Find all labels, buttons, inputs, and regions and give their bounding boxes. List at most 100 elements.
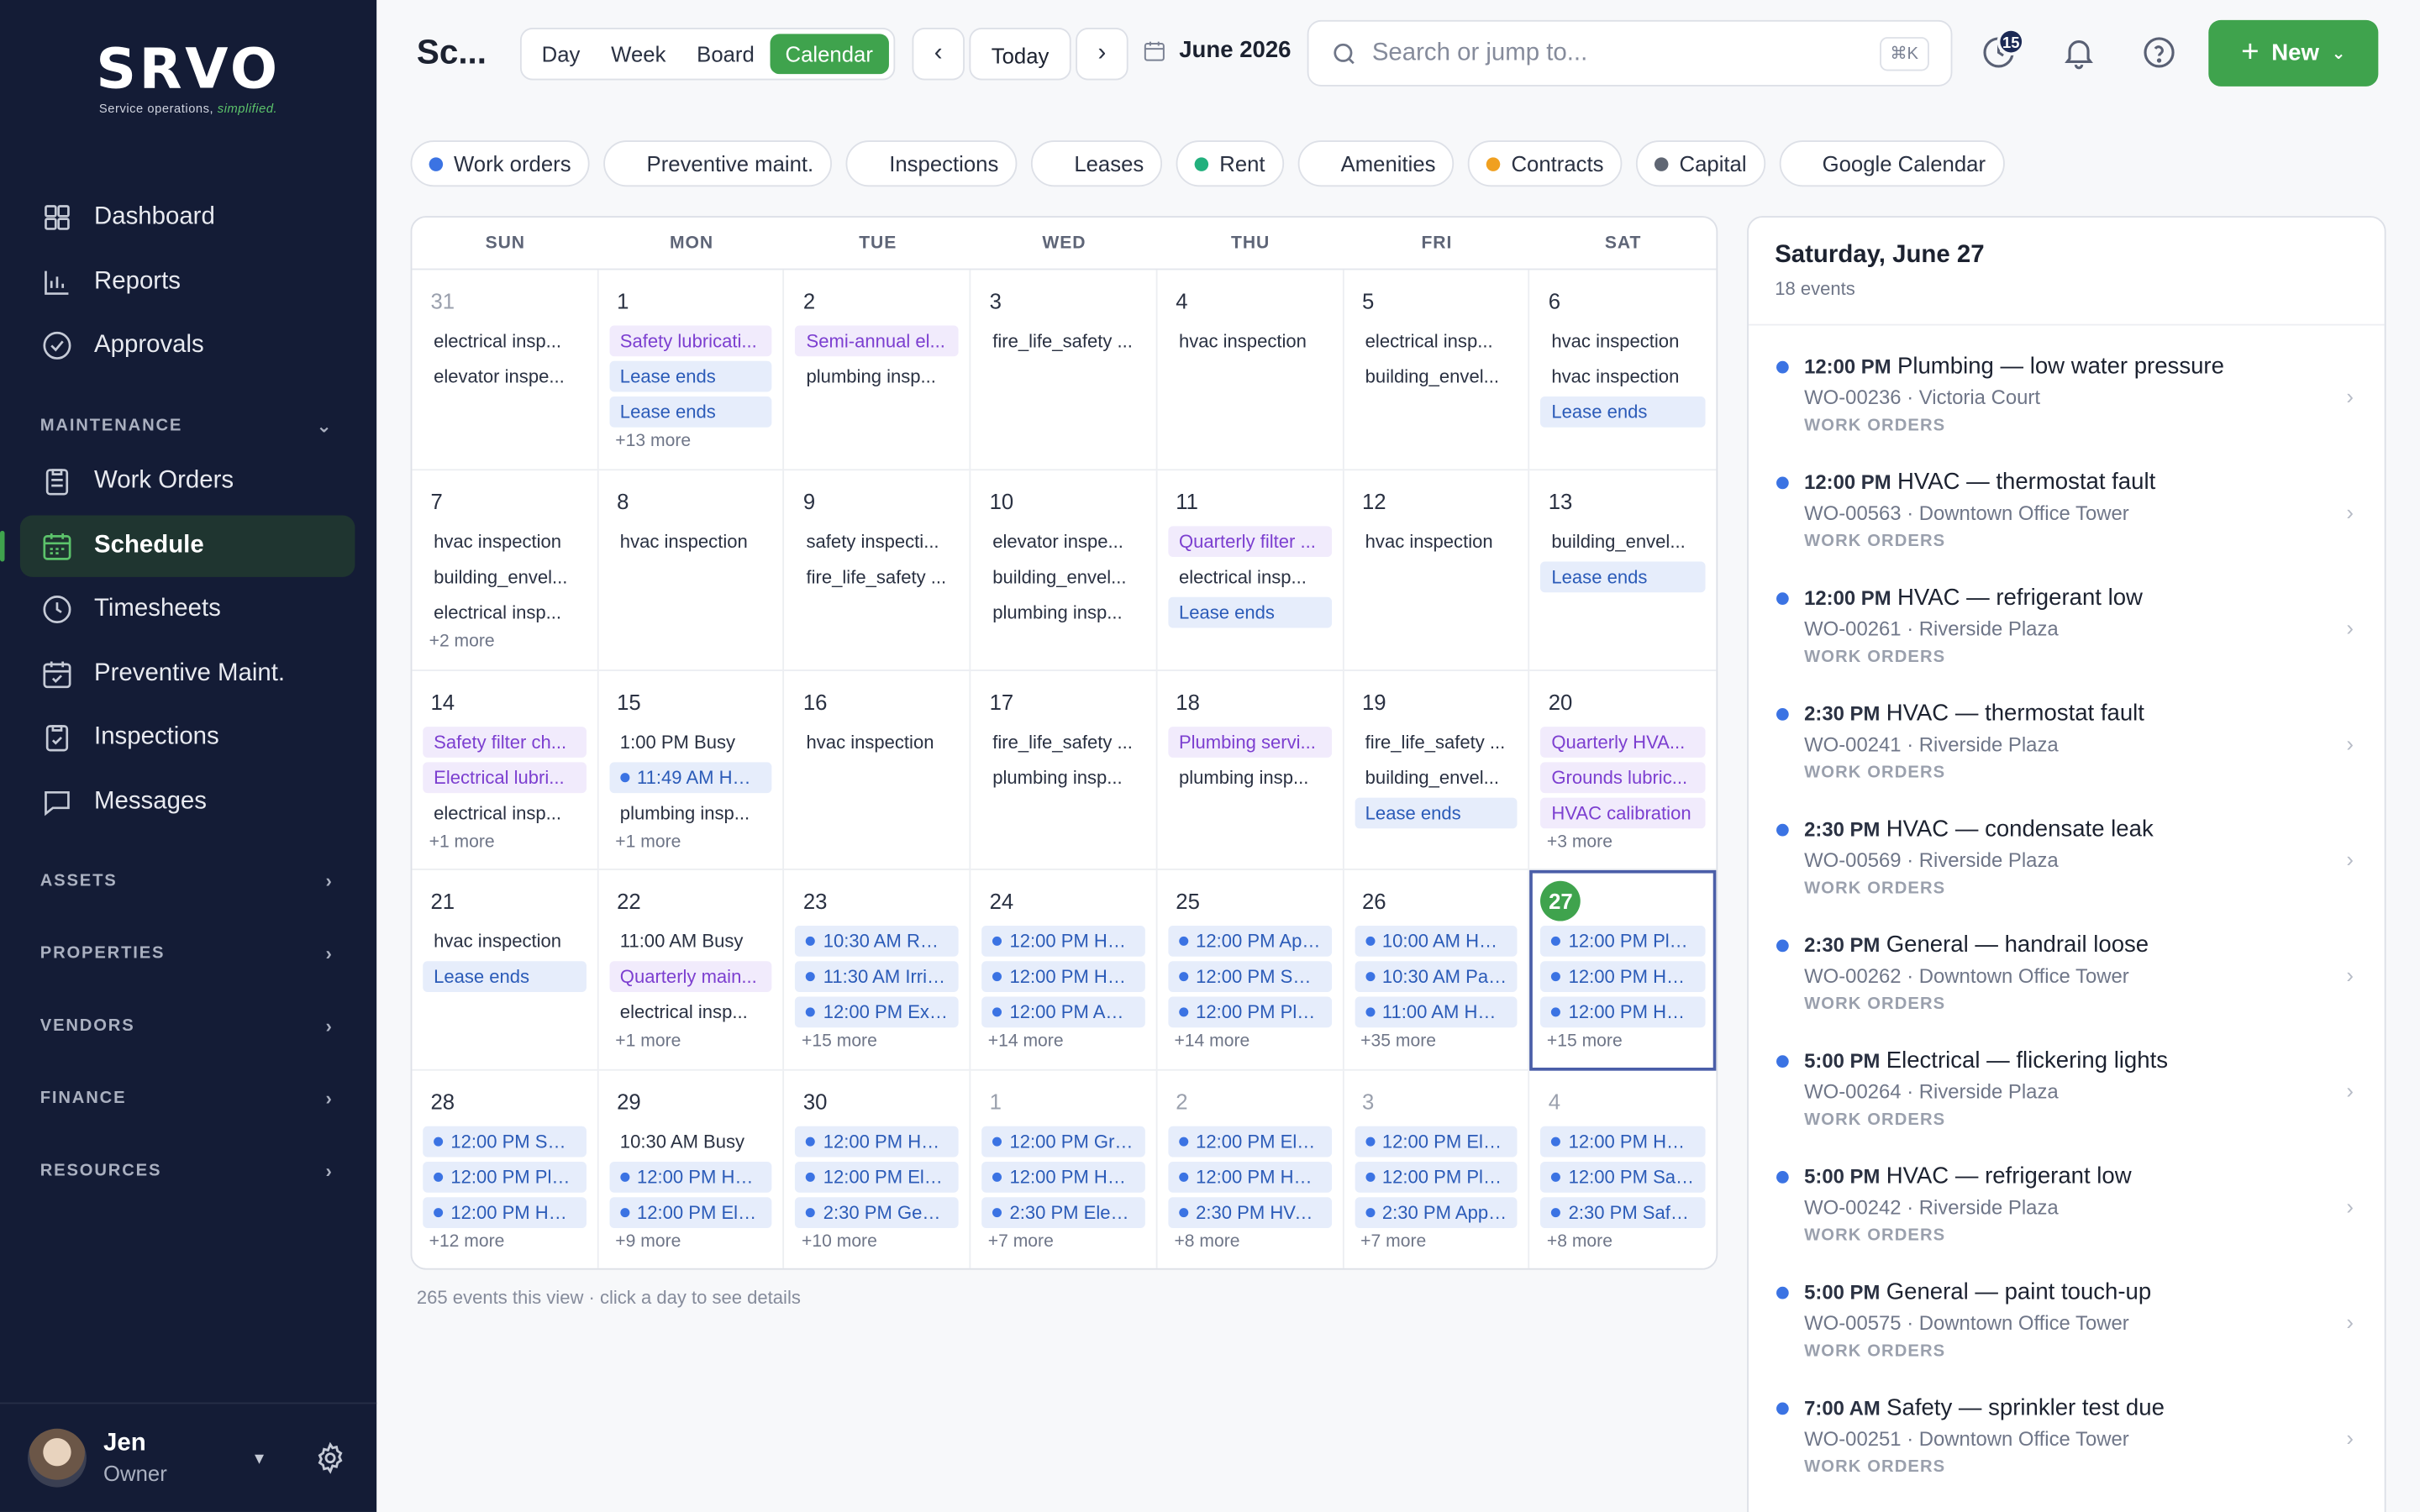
filter-chip-amenities[interactable]: Amenities (1297, 140, 1455, 187)
calendar-day-cell[interactable]: 28 12:00 PM Safe... 12:00 PM Plum... 12:00 … (412, 1071, 599, 1268)
calendar-day-cell[interactable]: 12 hvac inspection (1343, 470, 1530, 671)
chevron-down-icon[interactable]: ▾ (255, 1447, 264, 1469)
calendar-event[interactable]: building_envel... (1355, 762, 1518, 793)
more-events-link[interactable]: +8 more (1168, 1233, 1331, 1252)
more-events-link[interactable]: +35 more (1355, 1032, 1518, 1051)
calendar-event[interactable]: plumbing insp... (609, 797, 772, 828)
calendar-event[interactable]: 2:30 PM HVAC... (1168, 1197, 1332, 1229)
calendar-event[interactable]: 12:00 PM Appli... (1168, 926, 1332, 958)
filter-chip-contracts[interactable]: Contracts (1468, 140, 1623, 187)
calendar-event[interactable]: building_envel... (981, 561, 1144, 592)
calendar-event[interactable]: electrical insp... (423, 326, 586, 357)
calendar-day-cell[interactable]: 8 hvac inspection (598, 470, 785, 671)
calendar-event[interactable]: 12:00 PM HVA... (981, 1162, 1145, 1194)
calendar-day-cell[interactable]: 14 Safety filter ch... Electrical lubri...… (412, 670, 599, 871)
calendar-event[interactable]: electrical insp... (609, 997, 772, 1028)
calendar-day-cell[interactable]: 18 Plumbing servi... plumbing insp... (1157, 670, 1344, 871)
calendar-event[interactable]: 12:00 PM Elect... (795, 1162, 959, 1194)
gear-icon[interactable] (313, 1441, 347, 1474)
calendar-event[interactable]: hvac inspection (609, 526, 772, 557)
calendar-event[interactable]: 2:30 PM Gene... (795, 1197, 959, 1229)
view-day-button[interactable]: Day (526, 34, 595, 74)
next-month-button[interactable]: › (1076, 28, 1128, 81)
calendar-event[interactable]: plumbing insp... (981, 762, 1144, 793)
calendar-event[interactable]: 12:00 PM HVA... (1168, 1162, 1332, 1194)
calendar-event[interactable]: Quarterly filter ... (1168, 525, 1332, 557)
calendar-day-cell[interactable]: 19 fire_life_safety ... building_envel... L… (1343, 670, 1530, 871)
more-events-link[interactable]: +2 more (423, 633, 586, 651)
calendar-day-cell[interactable]: 6 hvac inspection hvac inspection Lease end… (1529, 270, 1717, 470)
panel-event-item[interactable]: 2:30 PM General — handrail loose WO-00262 … (1749, 932, 2385, 1047)
calendar-event[interactable]: electrical insp... (1355, 326, 1518, 357)
calendar-event[interactable]: electrical insp... (1168, 561, 1331, 592)
calendar-event[interactable]: Safety filter ch... (423, 726, 587, 758)
panel-event-item[interactable]: 7:00 AM Safety — sprinkler test due WO-002… (1749, 1394, 2385, 1510)
calendar-event[interactable]: building_envel... (1355, 361, 1518, 392)
more-events-link[interactable]: +1 more (609, 832, 772, 851)
today-button[interactable]: Today (969, 28, 1071, 81)
calendar-event[interactable]: Quarterly main... (608, 961, 773, 993)
more-events-link[interactable]: +1 more (609, 1032, 772, 1051)
calendar-event[interactable]: Lease ends (1354, 796, 1518, 828)
logo[interactable]: SRVO Service operations, simplified. (0, 43, 376, 116)
more-events-link[interactable]: +13 more (609, 432, 772, 450)
calendar-day-cell[interactable]: 5 electrical insp... building_envel... (1343, 270, 1530, 470)
calendar-day-cell[interactable]: 26 10:00 AM HVA... 10:30 AM Parki... 11:00 … (1343, 870, 1530, 1072)
calendar-event[interactable]: safety inspecti... (796, 526, 959, 557)
calendar-event[interactable]: plumbing insp... (1168, 762, 1331, 793)
sidebar-item-approvals[interactable]: Approvals (20, 315, 355, 376)
calendar-event[interactable]: elevator inspe... (981, 526, 1144, 557)
view-board-button[interactable]: Board (681, 34, 770, 74)
calendar-event[interactable]: 2:30 PM Safet... (1540, 1197, 1706, 1229)
calendar-event[interactable]: 12:00 PM Safe... (1168, 961, 1332, 993)
more-events-link[interactable]: +15 more (1541, 1032, 1706, 1051)
calendar-day-cell[interactable]: 10 elevator inspe... building_envel... plum… (971, 470, 1158, 671)
calendar-event[interactable]: fire_life_safety ... (796, 561, 959, 592)
sidebar-item-timesheets[interactable]: Timesheets (20, 579, 355, 640)
calendar-event[interactable]: building_envel... (1541, 526, 1706, 557)
calendar-event[interactable]: 11:00 AM Busy (609, 927, 772, 958)
prev-month-button[interactable]: ‹ (912, 28, 965, 81)
panel-event-item[interactable]: 12:00 PM HVAC — thermostat fault WO-00563 … (1749, 469, 2385, 585)
calendar-day-cell[interactable]: 16 hvac inspection (784, 670, 971, 871)
calendar-day-cell[interactable]: 27 12:00 PM Plum... 12:00 PM HVA... 12:00 P… (1529, 870, 1717, 1072)
calendar-event[interactable]: Electrical lubri... (423, 761, 587, 793)
calendar-event[interactable]: fire_life_safety ... (1355, 726, 1518, 757)
calendar-day-cell[interactable]: 21 hvac inspection Lease ends (412, 870, 599, 1072)
filter-chip-inspections[interactable]: Inspections (845, 140, 1018, 187)
calendar-day-cell[interactable]: 17 fire_life_safety ... plumbing insp... (971, 670, 1158, 871)
calendar-event[interactable]: Lease ends (1540, 396, 1706, 428)
calendar-event[interactable]: Quarterly HVA... (1540, 726, 1706, 758)
calendar-event[interactable]: 12:00 PM Elect... (1354, 1126, 1518, 1158)
calendar-event[interactable]: 12:00 PM Plum... (1168, 997, 1332, 1028)
panel-event-item[interactable]: 5:00 PM HVAC — refrigerant low WO-00242 · … (1749, 1163, 2385, 1279)
filter-chip-preventive-maint[interactable]: Preventive maint. (603, 140, 833, 187)
calendar-event[interactable]: Grounds lubric... (1540, 761, 1706, 793)
calendar-event[interactable]: plumbing insp... (796, 361, 959, 392)
more-events-link[interactable]: +7 more (1355, 1233, 1518, 1252)
calendar-event[interactable]: Lease ends (1540, 561, 1706, 592)
view-week-button[interactable]: Week (596, 34, 681, 74)
calendar-day-cell[interactable]: 31 electrical insp... elevator inspe... (412, 270, 599, 470)
sidebar-item-preventive-maint[interactable]: Preventive Maint. (20, 643, 355, 704)
view-calendar-button[interactable]: Calendar (770, 34, 889, 75)
sidebar-item-dashboard[interactable]: Dashboard (20, 186, 355, 248)
search-input[interactable] (1371, 39, 1866, 67)
calendar-event[interactable]: hvac inspection (796, 726, 959, 757)
calendar-event[interactable]: 12:00 PM HVA... (608, 1162, 773, 1194)
calendar-day-cell[interactable]: 15 1:00 PM Busy 11:49 AM HVA... plumbing in… (598, 670, 785, 871)
calendar-event[interactable]: fire_life_safety ... (981, 726, 1144, 757)
notifications-button[interactable] (2060, 34, 2097, 71)
calendar-event[interactable]: 12:00 PM HVA... (1540, 997, 1706, 1028)
section-finance[interactable]: FINANCE › (40, 1088, 334, 1110)
calendar-event[interactable]: 12:00 PM Plum... (1354, 1162, 1518, 1194)
more-events-link[interactable]: +1 more (423, 832, 586, 851)
calendar-event[interactable]: Lease ends (608, 396, 773, 428)
filter-chip-capital[interactable]: Capital (1636, 140, 1765, 187)
calendar-event[interactable]: 12:00 PM HVA... (1540, 1126, 1706, 1158)
filter-chip-rent[interactable]: Rent (1176, 140, 1284, 187)
calendar-event[interactable]: 11:49 AM HVA... (608, 761, 773, 793)
calendar-day-cell[interactable]: 4 hvac inspection (1157, 270, 1344, 470)
more-events-link[interactable]: +10 more (796, 1233, 959, 1252)
calendar-day-cell[interactable]: 3 12:00 PM Elect... 12:00 PM Plum... 2:30 P… (1344, 1071, 1530, 1268)
